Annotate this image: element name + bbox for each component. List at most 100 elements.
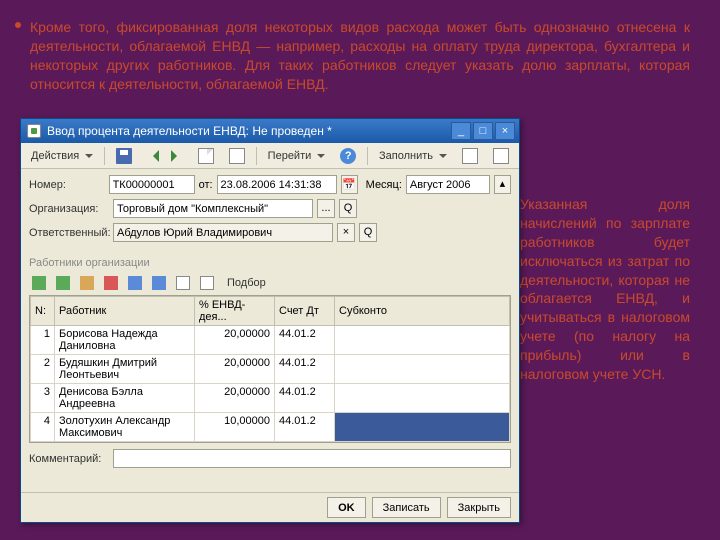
grid-col-0[interactable]: N:: [31, 297, 55, 326]
post-button[interactable]: [192, 146, 220, 166]
cell[interactable]: 20,00000: [195, 384, 275, 413]
close-window-button[interactable]: ×: [495, 122, 515, 140]
minimize-button[interactable]: _: [451, 122, 471, 140]
employees-grid: N:Работник% ЕНВД-дея...Счет ДтСубконто 1…: [29, 295, 511, 443]
delete-row-button[interactable]: [101, 273, 121, 293]
page-icon: [229, 148, 245, 164]
selection-button[interactable]: Подбор: [221, 273, 272, 293]
add-row-button[interactable]: [29, 273, 49, 293]
month-input[interactable]: [406, 175, 490, 194]
window-title: Ввод процента деятельности ЕНВД: Не пров…: [47, 124, 449, 138]
cell[interactable]: 44.01.2: [275, 413, 335, 442]
cell[interactable]: 2: [31, 355, 55, 384]
list-button-1[interactable]: [456, 146, 484, 166]
insert-icon: [56, 276, 70, 290]
cell[interactable]: 4: [31, 413, 55, 442]
insert-row-button[interactable]: [53, 273, 73, 293]
section-label: Работники организации: [21, 253, 519, 271]
write-button[interactable]: Записать: [372, 497, 441, 518]
sort-desc-button[interactable]: [197, 273, 217, 293]
resp-input[interactable]: [113, 223, 333, 242]
titlebar[interactable]: Ввод процента деятельности ЕНВД: Не пров…: [21, 119, 519, 143]
report-button[interactable]: [223, 146, 251, 166]
month-spinner[interactable]: ▴: [494, 175, 511, 194]
resp-open-button[interactable]: Q: [359, 223, 377, 242]
grid-col-2[interactable]: % ЕНВД-дея...: [195, 297, 275, 326]
prev-button[interactable]: [141, 146, 162, 166]
window-icon: [27, 124, 41, 138]
number-input[interactable]: [109, 175, 195, 194]
sort-desc-icon: [200, 276, 214, 290]
org-select-button[interactable]: ...: [317, 199, 335, 218]
org-label: Организация:: [29, 203, 109, 215]
table-row[interactable]: 4Золотухин Александр Максимович10,000004…: [31, 413, 510, 442]
close-button[interactable]: Закрыть: [447, 497, 511, 518]
doc-icon: [198, 148, 214, 164]
arrow-left-icon: [147, 150, 159, 162]
up-icon: [128, 276, 142, 290]
grid-toolbar: Подбор: [21, 271, 519, 295]
resp-label: Ответственный:: [29, 227, 109, 239]
background-text-right: Указанная доля начислений по зарплате ра…: [520, 195, 690, 384]
calendar-button[interactable]: 📅: [341, 175, 358, 194]
list-icon-2: [493, 148, 509, 164]
cell[interactable]: 44.01.2: [275, 355, 335, 384]
cell[interactable]: 20,00000: [195, 326, 275, 355]
ok-button[interactable]: OK: [327, 497, 366, 518]
table-row[interactable]: 1Борисова Надежда Даниловна20,0000044.01…: [31, 326, 510, 355]
list-icon: [462, 148, 478, 164]
cell[interactable]: Будяшкин Дмитрий Леонтьевич: [55, 355, 195, 384]
from-label: от:: [199, 179, 213, 191]
cell[interactable]: 10,00000: [195, 413, 275, 442]
comment-input[interactable]: [113, 449, 511, 468]
cell[interactable]: 3: [31, 384, 55, 413]
grid-col-1[interactable]: Работник: [55, 297, 195, 326]
sort-asc-icon: [176, 276, 190, 290]
edit-icon: [80, 276, 94, 290]
background-text-top: Кроме того, фиксированная доля некоторых…: [30, 18, 690, 94]
move-down-button[interactable]: [149, 273, 169, 293]
goto-menu[interactable]: Перейти: [262, 146, 332, 166]
cell[interactable]: Борисова Надежда Даниловна: [55, 326, 195, 355]
bottom-bar: OK Записать Закрыть: [21, 492, 519, 522]
org-open-button[interactable]: Q: [339, 199, 357, 218]
down-icon: [152, 276, 166, 290]
month-label: Месяц:: [366, 179, 402, 191]
cell[interactable]: Денисова Бэлла Андреевна: [55, 384, 195, 413]
actions-menu[interactable]: Действия: [25, 146, 99, 166]
cell[interactable]: [335, 413, 510, 442]
cell[interactable]: Золотухин Александр Максимович: [55, 413, 195, 442]
help-button[interactable]: ?: [334, 146, 362, 166]
edit-row-button[interactable]: [77, 273, 97, 293]
list-button-2[interactable]: [487, 146, 515, 166]
cell[interactable]: 20,00000: [195, 355, 275, 384]
cell[interactable]: 44.01.2: [275, 384, 335, 413]
table-row[interactable]: 2Будяшкин Дмитрий Леонтьевич20,0000044.0…: [31, 355, 510, 384]
comment-label: Комментарий:: [29, 453, 109, 465]
move-up-button[interactable]: [125, 273, 145, 293]
grid-col-3[interactable]: Счет Дт: [275, 297, 335, 326]
cell[interactable]: [335, 326, 510, 355]
number-label: Номер:: [29, 179, 105, 191]
maximize-button[interactable]: □: [473, 122, 493, 140]
main-toolbar: Действия Перейти ? Заполнить: [21, 143, 519, 169]
date-input[interactable]: [217, 175, 337, 194]
next-button[interactable]: [165, 146, 189, 166]
save-button[interactable]: [110, 146, 138, 166]
arrow-right-icon: [171, 150, 183, 162]
delete-icon: [104, 276, 118, 290]
org-input[interactable]: [113, 199, 313, 218]
cell[interactable]: [335, 384, 510, 413]
cell[interactable]: 44.01.2: [275, 326, 335, 355]
cell[interactable]: 1: [31, 326, 55, 355]
table-row[interactable]: 3Денисова Бэлла Андреевна20,0000044.01.2: [31, 384, 510, 413]
add-icon: [32, 276, 46, 290]
grid-col-4[interactable]: Субконто: [335, 297, 510, 326]
dialog-window: Ввод процента деятельности ЕНВД: Не пров…: [20, 118, 520, 523]
sort-asc-button[interactable]: [173, 273, 193, 293]
resp-clear-button[interactable]: ×: [337, 223, 355, 242]
cell[interactable]: [335, 355, 510, 384]
save-icon: [116, 148, 132, 164]
fill-menu[interactable]: Заполнить: [373, 146, 453, 166]
form-area: Номер: от: 📅 Месяц: ▴ Организация: ... Q…: [21, 169, 519, 253]
